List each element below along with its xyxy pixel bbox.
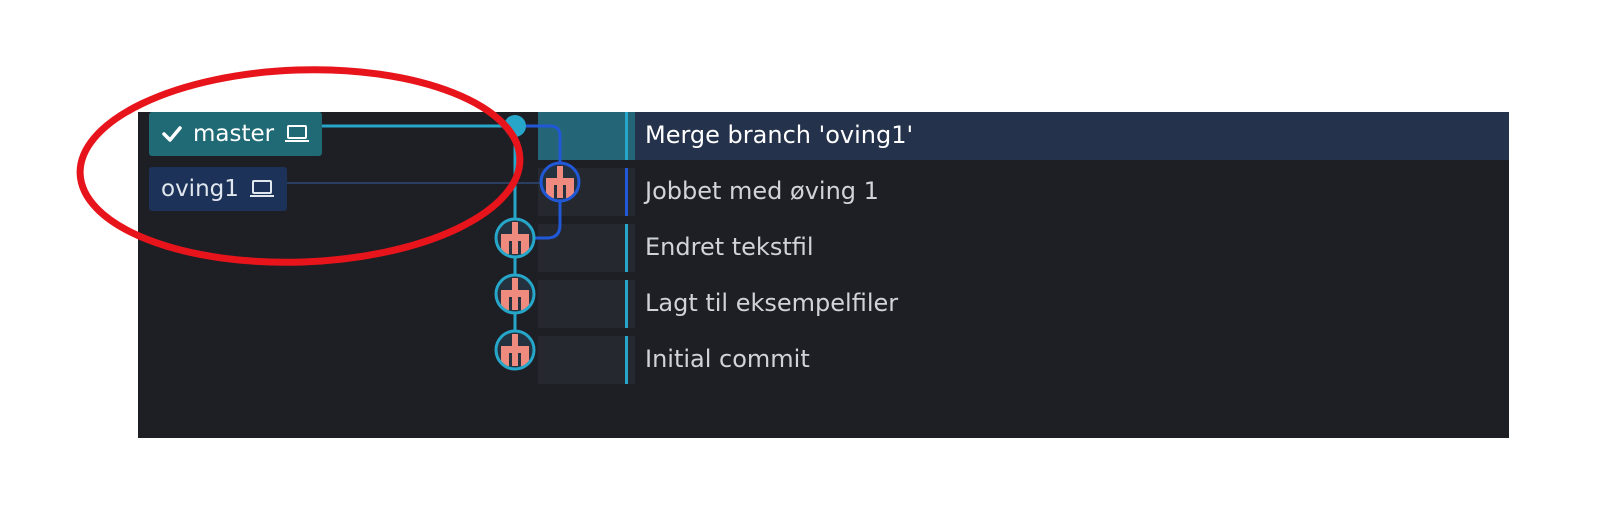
commit-row-initial[interactable]: Initial commit [138,336,1509,384]
commit-graph-panel: Merge branch 'oving1' Jobbet med øving 1… [138,112,1509,438]
laptop-icon [285,125,310,142]
branch-ref-master[interactable]: master [149,112,323,156]
commit-message: Jobbet med øving 1 [645,177,879,205]
commit-row-endret[interactable]: Endret tekstfil [138,224,1509,272]
check-icon [162,126,182,142]
commit-row-lagt[interactable]: Lagt til eksempelfiler [138,280,1509,328]
lane-indicator [625,224,628,272]
commit-graph [273,115,581,371]
commit-message: Merge branch 'oving1' [645,121,914,149]
graph-cell [538,336,635,384]
graph-cell [538,224,635,272]
commit-row-jobbet[interactable]: Jobbet med øving 1 [138,168,1509,216]
lane-indicator [625,336,628,384]
graph-cell [538,168,635,216]
lane-indicator [625,280,628,328]
commit-message: Initial commit [645,345,810,373]
commit-row-merge[interactable]: Merge branch 'oving1' [138,112,1509,160]
lane-indicator [625,112,628,160]
lane-indicator [625,168,628,216]
commit-message: Endret tekstfil [645,233,814,261]
branch-ref-label: oving1 [161,176,239,202]
branch-ref-label: master [193,121,275,147]
commit-message: Lagt til eksempelfiler [645,289,899,317]
graph-cell [538,280,635,328]
branch-ref-oving1[interactable]: oving1 [149,167,287,211]
laptop-icon [249,180,274,197]
graph-cell [538,112,635,160]
